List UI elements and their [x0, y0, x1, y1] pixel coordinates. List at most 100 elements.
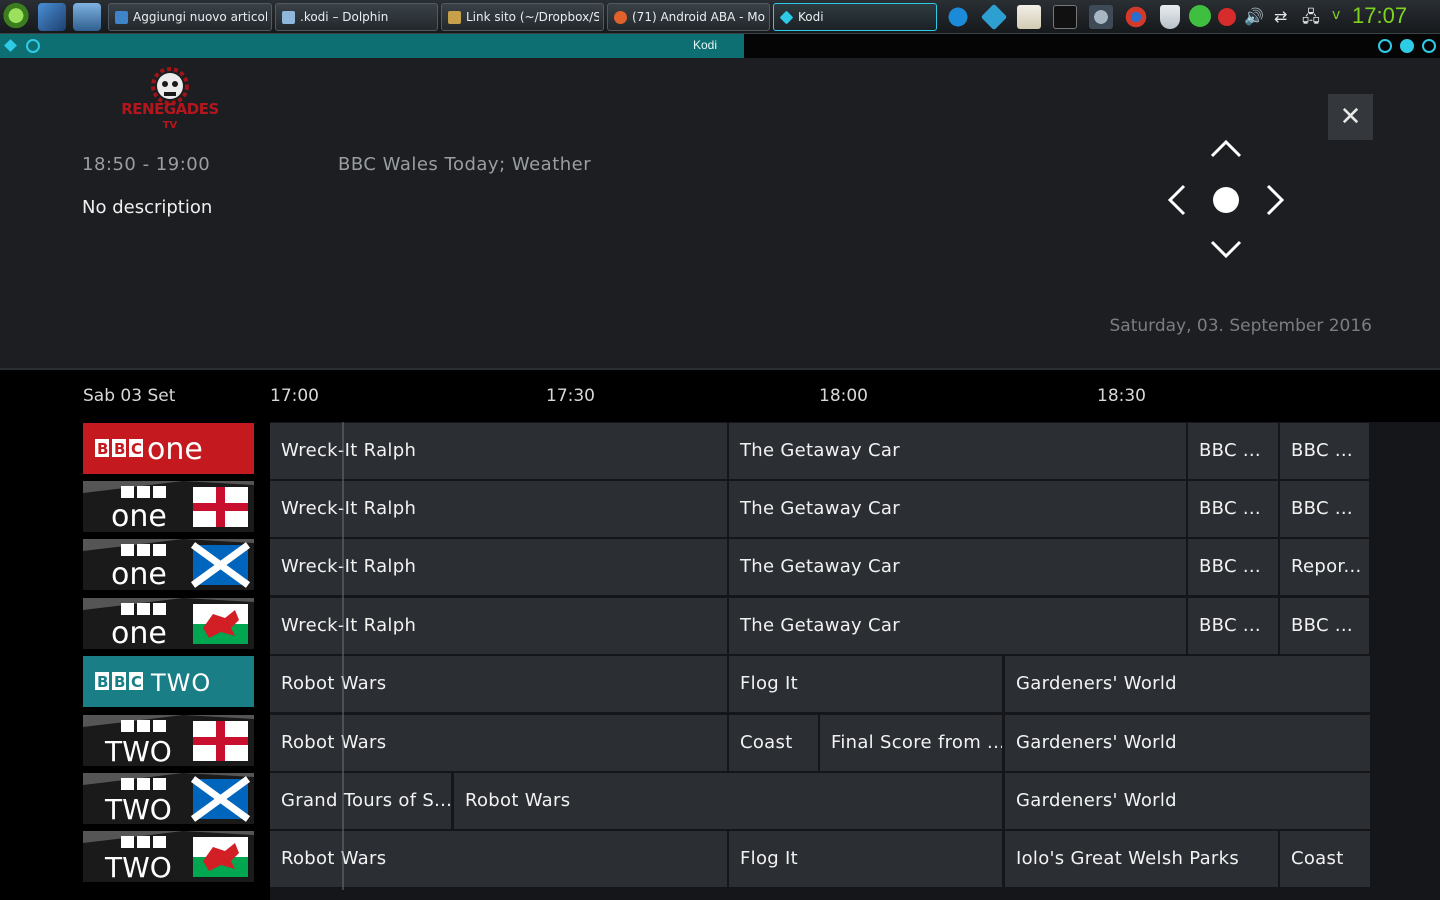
firefox-icon	[614, 11, 627, 24]
select-button[interactable]	[1210, 184, 1242, 216]
clock-expand-chevron[interactable]: v	[1332, 7, 1340, 23]
navigate-up-button[interactable]	[1208, 136, 1244, 160]
navigate-left-button[interactable]	[1164, 182, 1188, 218]
usb-icon[interactable]: ⇄	[1274, 5, 1294, 29]
programme-cell[interactable]: Robot Wars	[454, 773, 1002, 829]
programme-cell[interactable]: Wreck-It Ralph	[270, 423, 727, 479]
epg-date-label: Sab 03 Set	[83, 386, 176, 406]
taskbar: Aggiungi nuovo articolo .kodi – Dolphin …	[0, 0, 1440, 34]
task-dolphin[interactable]: .kodi – Dolphin	[275, 3, 438, 31]
current-time-indicator	[342, 422, 344, 890]
programme-cell[interactable]: Coast	[1280, 831, 1370, 887]
svg-text:TWO: TWO	[104, 793, 172, 824]
svg-text:RENEGADES: RENEGADES	[121, 100, 219, 118]
window-title: Kodi	[692, 38, 718, 52]
maximize-button[interactable]	[1400, 39, 1414, 53]
programme-cell[interactable]: Wreck-It Ralph	[270, 481, 727, 537]
programme-cell[interactable]: Flog It	[729, 656, 1002, 712]
channel-logo-bbc-two-wales[interactable]: TWO	[83, 831, 254, 882]
programme-cell[interactable]: Grand Tours of S...	[270, 773, 451, 829]
renegades-tv-logo: RENEGADES TV	[121, 67, 219, 131]
programme-title: BBC Wales Today; Weather	[338, 154, 592, 175]
task-firefox[interactable]: (71) Android ABA - Mozilla	[607, 3, 770, 31]
notes-icon[interactable]	[1017, 5, 1041, 29]
programme-cell[interactable]: Gardeners' World	[1005, 656, 1370, 712]
timeline-tick: 18:00	[819, 386, 868, 406]
svg-text:TWO: TWO	[104, 851, 172, 882]
svg-text:one: one	[111, 557, 167, 590]
close-button[interactable]: ✕	[1328, 94, 1373, 140]
channel-logo-bbc-one[interactable]: BBC one	[83, 423, 254, 474]
programme-info-panel: RENEGADES TV 18:50 - 19:00 BBC Wales Tod…	[0, 58, 1440, 368]
folder-icon	[282, 11, 295, 24]
task-kodi[interactable]: Kodi	[773, 3, 937, 31]
dolphin-launcher-icon[interactable]	[73, 3, 101, 31]
task-browser-article[interactable]: Aggiungi nuovo articolo	[108, 3, 272, 31]
channel-logo-bbc-one-ni[interactable]: one	[83, 481, 254, 532]
network-icon[interactable]: 🖧	[1302, 5, 1322, 29]
minimize-button[interactable]	[1378, 39, 1392, 53]
programme-cell[interactable]: The Getaway Car	[729, 423, 1186, 479]
programme-cell[interactable]: BBC ...	[1188, 539, 1278, 595]
programme-cell[interactable]: Robot Wars	[270, 715, 727, 771]
channel-logo-bbc-one-wales[interactable]: one	[83, 598, 254, 649]
programme-cell[interactable]: BBC ...	[1188, 598, 1278, 654]
editor-icon	[448, 11, 461, 24]
window-titlebar: Kodi	[0, 34, 1440, 58]
screenshot-icon[interactable]	[1089, 5, 1113, 29]
close-window-button[interactable]	[1422, 39, 1436, 53]
navigate-down-button[interactable]	[1208, 238, 1244, 262]
programme-cell[interactable]: The Getaway Car	[729, 539, 1186, 595]
programme-cell[interactable]: BBC ...	[1280, 598, 1369, 654]
channel-logo-bbc-two-scotland[interactable]: TWO	[83, 773, 254, 824]
svg-text:one: one	[111, 616, 167, 649]
clock[interactable]: 17:07	[1352, 3, 1407, 29]
svg-text:B: B	[114, 673, 125, 691]
timeline-tick: 17:30	[546, 386, 595, 406]
programme-cell[interactable]: BBC ...	[1280, 423, 1369, 479]
programme-cell[interactable]: Repor...	[1280, 539, 1369, 595]
programme-cell[interactable]: Flog It	[729, 831, 1002, 887]
kodi-icon	[779, 10, 794, 25]
channel-logo-bbc-two-ni[interactable]: TWO	[83, 715, 254, 766]
globe-icon	[115, 11, 128, 24]
programme-cell[interactable]: Wreck-It Ralph	[270, 598, 727, 654]
programme-cell[interactable]: BBC ...	[1188, 481, 1278, 537]
svg-text:TV: TV	[163, 120, 178, 131]
timeline-tick: 17:00	[270, 386, 319, 406]
programme-description: No description	[82, 197, 213, 218]
epg-guide: Sab 03 Set 17:00 17:30 18:00 18:30 BBC o…	[0, 368, 1440, 900]
image-editor-launcher-icon[interactable]	[38, 3, 66, 31]
eye-icon[interactable]	[1124, 5, 1148, 29]
shield-icon[interactable]	[1160, 5, 1180, 29]
teamviewer-icon[interactable]	[946, 5, 970, 29]
programme-cell[interactable]: BBC ...	[1280, 481, 1369, 537]
check-icon[interactable]	[1189, 5, 1211, 27]
channel-logo-bbc-two[interactable]: BBC TWO	[83, 656, 254, 707]
svg-text:B: B	[97, 673, 108, 691]
programme-cell[interactable]: Coast	[729, 715, 818, 771]
programme-cell[interactable]: Final Score from ...	[820, 715, 1002, 771]
terminal-icon[interactable]	[1053, 5, 1077, 29]
task-editor[interactable]: Link sito (~/Dropbox/Sito)	[441, 3, 604, 31]
kodi-launcher-icon[interactable]	[980, 3, 1008, 31]
svg-text:TWO: TWO	[104, 735, 172, 766]
programme-cell[interactable]: BBC ...	[1188, 423, 1278, 479]
svg-text:one: one	[147, 432, 203, 467]
programme-cell[interactable]: The Getaway Car	[729, 481, 1186, 537]
mail-icon[interactable]	[1218, 8, 1236, 26]
programme-cell[interactable]: Robot Wars	[270, 656, 727, 712]
programme-cell[interactable]: Robot Wars	[270, 831, 727, 887]
programme-cell[interactable]: Wreck-It Ralph	[270, 539, 727, 595]
navigate-right-button[interactable]	[1264, 182, 1288, 218]
svg-text:one: one	[111, 499, 167, 532]
programme-cell[interactable]: The Getaway Car	[729, 598, 1186, 654]
programme-cell[interactable]: Gardeners' World	[1005, 773, 1370, 829]
programme-cell[interactable]: Gardeners' World	[1005, 715, 1370, 771]
svg-text:TWO: TWO	[150, 669, 211, 697]
channel-logo-bbc-one-scotland[interactable]: one	[83, 539, 254, 590]
programme-cell[interactable]: Iolo's Great Welsh Parks	[1005, 831, 1278, 887]
timeline-tick: 18:30	[1097, 386, 1146, 406]
app-menu-icon[interactable]	[2, 3, 30, 31]
volume-icon[interactable]: 🔊	[1244, 5, 1264, 29]
